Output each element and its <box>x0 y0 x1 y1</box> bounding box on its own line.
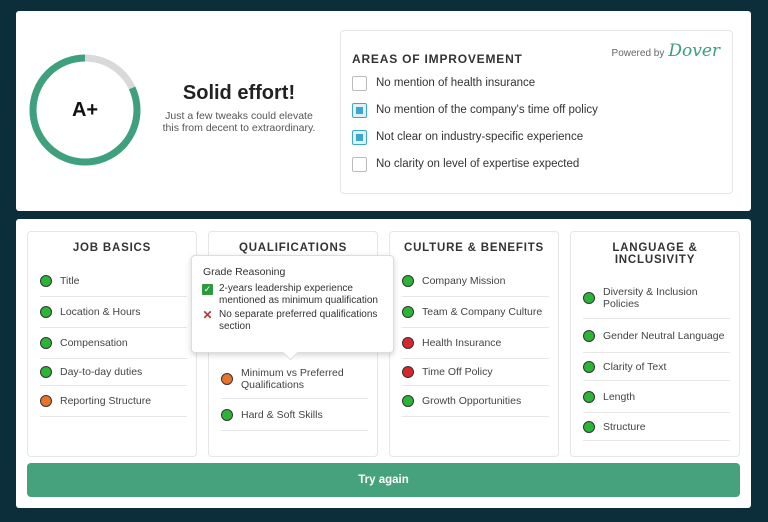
category-row[interactable]: Company Mission <box>402 266 549 297</box>
column-title: LANGUAGE & INCLUSIVITY <box>612 242 698 266</box>
area-item[interactable]: Not clear on industry-specific experienc… <box>352 129 583 145</box>
category-label: Gender Neutral Language <box>603 329 725 342</box>
category-row[interactable]: Minimum vs Preferred Qualifications <box>221 359 368 399</box>
category-row[interactable]: Clarity of Text <box>583 353 730 381</box>
category-row[interactable]: Day-to-day duties <box>40 359 187 386</box>
status-dot <box>402 275 414 287</box>
category-label: Team & Company Culture <box>422 306 543 318</box>
tooltip-item: ✕ No separate preferred qualifications s… <box>202 309 388 333</box>
column-title: JOB BASICS <box>72 242 152 254</box>
status-dot <box>402 306 414 318</box>
area-item[interactable]: No clarity on level of expertise expecte… <box>352 156 579 172</box>
status-dot <box>221 408 233 421</box>
category-label: Compensation <box>60 337 128 349</box>
areas-title: AREAS OF IMPROVEMENT <box>352 52 523 66</box>
area-item[interactable]: No mention of health insurance <box>352 75 535 91</box>
area-item-label: No mention of health insurance <box>376 77 536 89</box>
status-dot <box>40 366 52 378</box>
powered-by-label: Powered by <box>611 48 665 59</box>
status-dot <box>402 395 414 407</box>
category-row[interactable]: Diversity & Inclusion Policies <box>583 277 730 319</box>
area-item-label: Not clear on industry-specific experienc… <box>376 131 584 143</box>
area-item-label: No mention of the company's time off pol… <box>376 104 598 116</box>
category-row[interactable]: Location & Hours <box>40 297 187 328</box>
dover-logo[interactable]: Dover <box>668 41 720 61</box>
area-checkbox[interactable] <box>352 102 367 118</box>
column-title: QUALIFICATIONS <box>238 242 348 254</box>
area-checkbox[interactable] <box>352 129 367 145</box>
area-item[interactable]: No mention of the company's time off pol… <box>352 102 598 118</box>
category-row[interactable]: Compensation <box>40 328 187 359</box>
status-dot <box>583 360 595 373</box>
category-label: Diversity & Inclusion Policies <box>603 285 698 310</box>
status-dot <box>40 306 52 318</box>
category-row[interactable]: Title <box>40 266 187 297</box>
grade-value: A+ <box>71 98 99 121</box>
category-label: Structure <box>603 420 646 433</box>
category-label: Title <box>60 275 80 287</box>
tooltip-item-label: 2-years leadership experience mentioned … <box>219 283 378 306</box>
category-label: Clarity of Text <box>603 360 667 373</box>
column-job-basics: JOB BASICS Title Location & Hours Compen… <box>27 231 197 457</box>
status-dot <box>402 337 414 349</box>
category-label: Time Off Policy <box>422 366 493 378</box>
category-row[interactable]: Time Off Policy <box>402 359 549 386</box>
grade-reasoning-tooltip: Grade Reasoning ✓ 2-years leadership exp… <box>191 255 394 353</box>
powered-by: Powered by Dover <box>612 41 720 61</box>
status-dot <box>402 366 414 378</box>
status-dot <box>40 337 52 349</box>
try-again-button[interactable]: Try again <box>27 463 740 497</box>
category-row[interactable]: Length <box>583 381 730 413</box>
check-icon: ✓ <box>202 284 213 295</box>
category-label: Day-to-day duties <box>60 366 143 378</box>
status-dot <box>583 291 595 304</box>
category-row[interactable]: Reporting Structure <box>40 386 187 417</box>
category-label: Growth Opportunities <box>422 395 522 407</box>
tooltip-item: ✓ 2-years leadership experience mentione… <box>202 283 388 307</box>
category-row[interactable]: Gender Neutral Language <box>583 319 730 353</box>
category-row[interactable]: Team & Company Culture <box>402 297 549 328</box>
status-dot <box>40 395 52 407</box>
column-language-inclusivity: LANGUAGE & INCLUSIVITY Diversity & Inclu… <box>570 231 740 457</box>
column-title: CULTURE & BENEFITS <box>403 242 545 254</box>
subline: Just a few tweaks could elevate this fro… <box>162 110 316 134</box>
category-label: Hard & Soft Skills <box>241 408 323 421</box>
status-dot <box>583 329 595 342</box>
category-label: Minimum vs Preferred Qualifications <box>241 366 344 391</box>
category-label: Reporting Structure <box>60 395 152 407</box>
area-item-label: No clarity on level of expertise expecte… <box>376 158 580 170</box>
column-culture-benefits: CULTURE & BENEFITS Company Mission Team … <box>389 231 559 457</box>
status-dot <box>221 372 233 385</box>
category-label: Location & Hours <box>60 306 141 318</box>
category-row[interactable]: Hard & Soft Skills <box>221 399 368 431</box>
headline: Solid effort! <box>182 82 296 104</box>
areas-of-improvement-panel: AREAS OF IMPROVEMENT Powered by Dover No… <box>340 30 733 194</box>
area-checkbox[interactable] <box>352 156 367 172</box>
tooltip-item-label: No separate preferred qualifications sec… <box>219 309 378 332</box>
category-label: Length <box>603 390 636 403</box>
category-label: Company Mission <box>422 275 506 287</box>
status-dot <box>583 390 595 403</box>
category-row[interactable]: Growth Opportunities <box>402 386 549 417</box>
cross-icon: ✕ <box>202 308 213 322</box>
category-label: Health Insurance <box>422 337 502 349</box>
tooltip-title: Grade Reasoning <box>203 266 286 278</box>
category-row[interactable]: Health Insurance <box>402 328 549 359</box>
area-checkbox[interactable] <box>352 75 367 91</box>
category-row[interactable]: Structure <box>583 413 730 441</box>
status-dot <box>40 275 52 287</box>
status-dot <box>583 420 595 433</box>
